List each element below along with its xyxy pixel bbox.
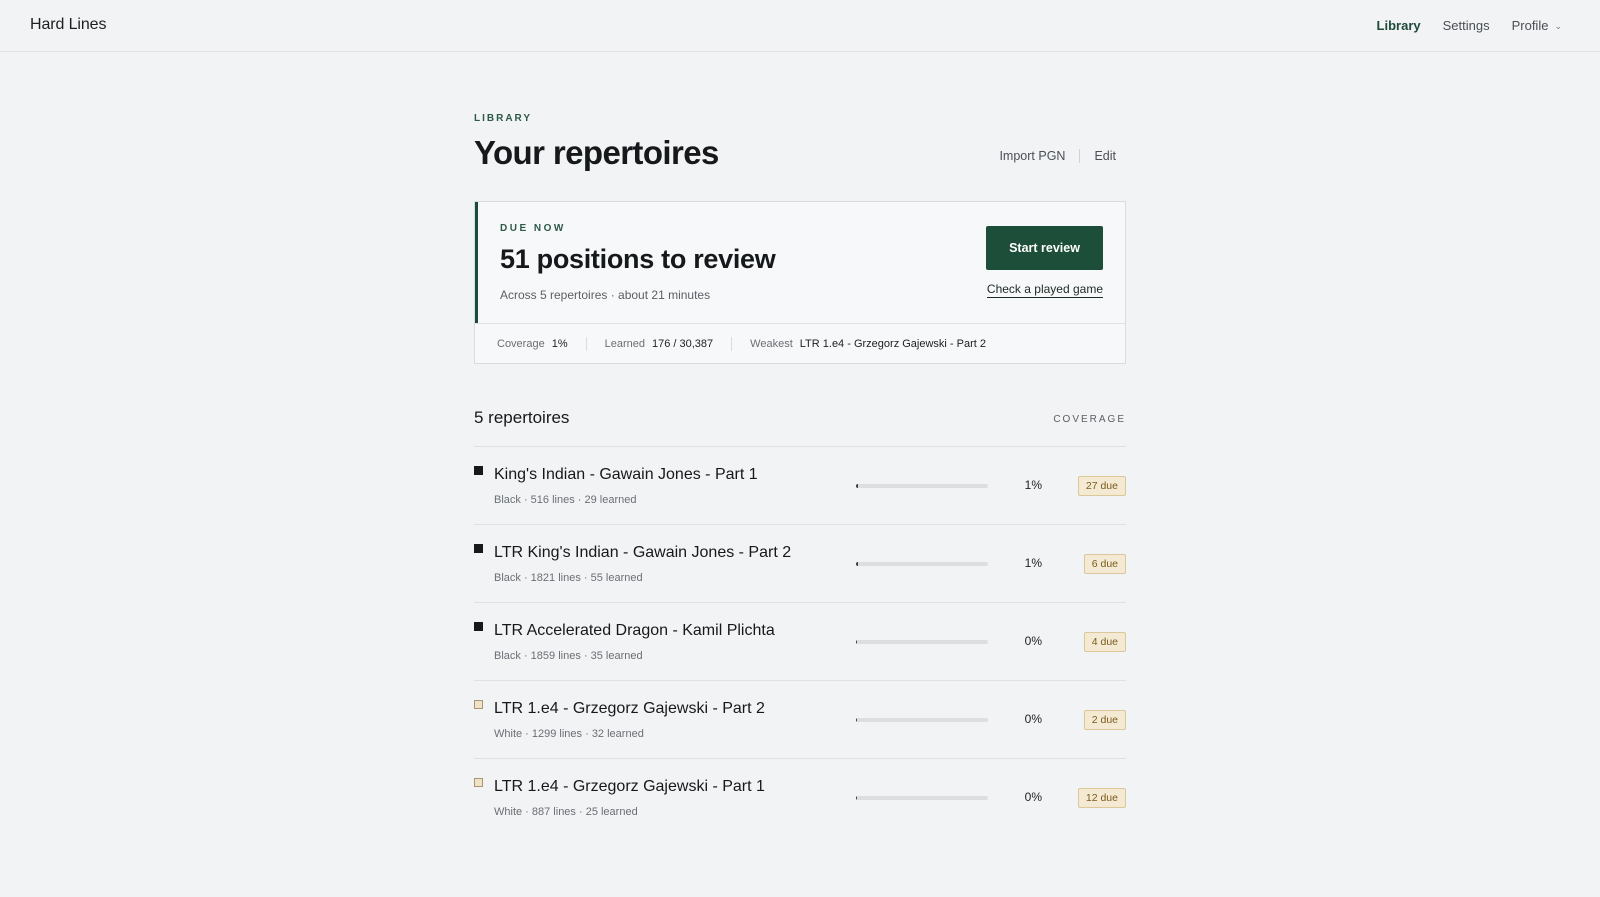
repertoire-name: LTR 1.e4 - Grzegorz Gajewski - Part 2	[494, 700, 765, 717]
repertoire-list: King's Indian - Gawain Jones - Part 1 Bl…	[474, 446, 1126, 836]
check-played-game-link[interactable]: Check a played game	[986, 282, 1103, 298]
list-title: 5 repertoires	[474, 408, 570, 427]
side-color-swatch	[474, 622, 483, 631]
coverage-percent: 0%	[1024, 712, 1042, 726]
divider	[585, 336, 587, 351]
coverage-bar	[856, 796, 988, 800]
due-summary: DUE NOW 51 positions to review Across 5 …	[475, 202, 1125, 323]
due-badge: 12 due	[1077, 788, 1126, 808]
coverage-bar	[856, 484, 988, 488]
due-badge: 6 due	[1083, 554, 1126, 574]
due-badge: 27 due	[1077, 476, 1126, 496]
repertoire-name: LTR 1.e4 - Grzegorz Gajewski - Part 1	[494, 778, 765, 795]
page-eyebrow: LIBRARY	[474, 113, 533, 124]
repertoire-meta: Black · 1859 lines · 35 learned	[494, 650, 643, 662]
repertoire-row[interactable]: LTR Accelerated Dragon - Kamil Plichta B…	[474, 602, 1126, 680]
due-label: DUE NOW	[500, 223, 566, 234]
repertoire-row[interactable]: King's Indian - Gawain Jones - Part 1 Bl…	[474, 446, 1126, 524]
side-color-swatch	[474, 544, 483, 553]
repertoire-meta: White · 887 lines · 25 learned	[494, 806, 638, 818]
title-actions: Import PGN Edit	[999, 149, 1116, 163]
coverage-bar	[856, 562, 988, 566]
coverage-bar-fill	[856, 562, 858, 566]
coverage-stat-label: Coverage	[497, 337, 545, 350]
coverage-percent: 1%	[1024, 478, 1042, 492]
nav-library[interactable]: Library	[1377, 18, 1421, 33]
learned-stat-value: 176 / 30,387	[651, 337, 714, 350]
page-title: Your repertoires	[474, 134, 719, 171]
divider	[1079, 149, 1081, 163]
due-count: 51 positions to review	[500, 244, 776, 274]
repertoire-name: King's Indian - Gawain Jones - Part 1	[494, 466, 758, 483]
side-color-swatch	[474, 466, 483, 475]
weakest-stat-label: Weakest	[750, 337, 793, 350]
due-stats: Coverage 1% Learned 176 / 30,387 Weakest…	[475, 323, 1125, 363]
coverage-bar	[856, 718, 988, 722]
coverage-bar	[856, 640, 988, 644]
repertoire-row[interactable]: LTR King's Indian - Gawain Jones - Part …	[474, 524, 1126, 602]
side-color-swatch	[474, 700, 483, 709]
nav-profile[interactable]: Profile ⌄	[1512, 18, 1562, 33]
repertoire-name: LTR King's Indian - Gawain Jones - Part …	[494, 544, 792, 561]
coverage-percent: 0%	[1024, 790, 1042, 804]
coverage-stat-value: 1%	[551, 337, 568, 350]
repertoire-row[interactable]: LTR 1.e4 - Grzegorz Gajewski - Part 2 Wh…	[474, 680, 1126, 758]
start-review-button[interactable]: Start review	[986, 226, 1103, 270]
coverage-column-header: COVERAGE	[1053, 414, 1126, 425]
due-card: DUE NOW 51 positions to review Across 5 …	[474, 201, 1126, 364]
repertoire-meta: White · 1299 lines · 32 learned	[494, 728, 644, 740]
repertoire-meta: Black · 516 lines · 29 learned	[494, 494, 637, 506]
coverage-bar-fill	[856, 796, 858, 800]
chevron-down-icon: ⌄	[1554, 21, 1562, 31]
main-nav: Library Settings Profile ⌄	[1355, 18, 1562, 33]
side-color-swatch	[474, 778, 483, 787]
divider	[731, 336, 733, 351]
repertoire-name: LTR Accelerated Dragon - Kamil Plichta	[494, 622, 775, 639]
due-badge: 4 due	[1083, 632, 1126, 652]
coverage-bar-fill	[856, 640, 858, 644]
learned-stat-label: Learned	[604, 337, 645, 350]
coverage-percent: 0%	[1024, 634, 1042, 648]
app-title[interactable]: Hard Lines	[30, 16, 106, 34]
nav-settings[interactable]: Settings	[1443, 18, 1490, 33]
due-subtitle: Across 5 repertoires · about 21 minutes	[500, 288, 711, 302]
weakest-stat-value[interactable]: LTR 1.e4 - Grzegorz Gajewski - Part 2	[800, 338, 986, 350]
top-bar: Hard Lines Library Settings Profile ⌄	[0, 0, 1600, 52]
edit-button[interactable]: Edit	[1094, 149, 1116, 163]
coverage-bar-fill	[856, 484, 858, 488]
import-pgn-button[interactable]: Import PGN	[999, 149, 1065, 163]
nav-profile-label: Profile	[1511, 18, 1549, 33]
coverage-bar-fill	[856, 718, 858, 722]
repertoire-row[interactable]: LTR 1.e4 - Grzegorz Gajewski - Part 1 Wh…	[474, 758, 1126, 836]
repertoire-meta: Black · 1821 lines · 55 learned	[494, 572, 643, 584]
coverage-percent: 1%	[1024, 556, 1042, 570]
due-badge: 2 due	[1083, 710, 1126, 730]
